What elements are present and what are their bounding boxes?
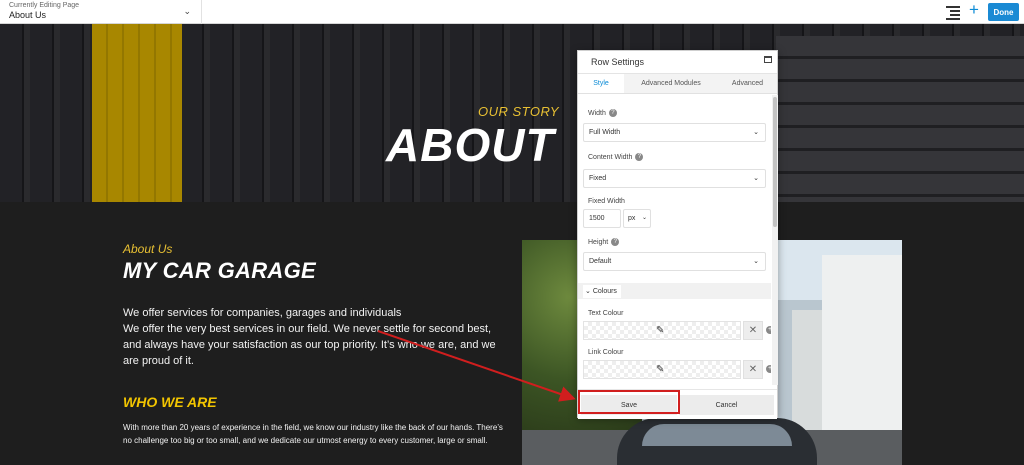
outline-icon[interactable] [946, 5, 960, 20]
content-width-label: Content Width? [588, 153, 644, 161]
intro-line-2: We offer the very best services in our f… [123, 323, 496, 367]
row-settings-panel: Row Settings Style Advanced Modules Adva… [577, 50, 778, 419]
colour-swatch[interactable]: ✎ [583, 360, 741, 379]
who-we-are-heading: WHO WE ARE [123, 394, 217, 410]
chevron-down-icon: ⌄ [753, 258, 759, 265]
chevron-down-icon: ⌄ [183, 6, 191, 16]
eyedropper-icon: ✎ [656, 325, 665, 336]
panel-scrollbar[interactable] [772, 95, 778, 385]
collapse-chevron-icon: ⌄ [585, 288, 593, 295]
help-icon[interactable]: ? [608, 109, 617, 117]
link-colour-label: Link Colour [588, 349, 624, 356]
link-colour-picker[interactable]: ✎ ✕ + [583, 360, 771, 379]
clear-colour-button[interactable]: ✕ [743, 360, 763, 379]
minimize-icon[interactable] [764, 56, 772, 63]
help-icon[interactable]: ? [635, 153, 644, 161]
fixed-width-label: Fixed Width [588, 198, 625, 205]
tab-style[interactable]: Style [578, 74, 624, 93]
page-selector[interactable]: Currently Editing Page About Us ⌄ [0, 0, 202, 24]
eyedropper-icon: ✎ [656, 364, 665, 375]
add-preset-icon[interactable]: + [766, 365, 771, 373]
tab-advanced-modules[interactable]: Advanced Modules [624, 74, 718, 93]
add-preset-icon[interactable]: + [766, 326, 771, 334]
plus-icon[interactable]: + [969, 1, 979, 18]
content-width-select[interactable]: Fixed ⌄ [583, 169, 766, 188]
chevron-down-icon: ⌄ [641, 215, 647, 221]
clear-colour-button[interactable]: ✕ [743, 321, 763, 340]
tab-advanced[interactable]: Advanced [718, 74, 777, 93]
width-label: Width? [588, 109, 617, 117]
colour-swatch[interactable]: ✎ [583, 321, 741, 340]
panel-header: Row Settings [578, 51, 777, 74]
editing-label: Currently Editing Page [9, 2, 80, 9]
unit-select[interactable]: px ⌄ [623, 209, 651, 228]
done-button[interactable]: Done [988, 3, 1019, 21]
cancel-button[interactable]: Cancel [679, 395, 774, 415]
panel-tabs: Style Advanced Modules Advanced [578, 74, 777, 94]
save-button[interactable]: Save [581, 395, 677, 415]
text-colour-picker[interactable]: ✎ ✕ + [583, 321, 771, 340]
scrollbar-thumb[interactable] [773, 97, 777, 227]
panel-body: Width? Full Width ⌄ Content Width? Fixed ⌄… [578, 95, 771, 385]
height-select[interactable]: Default ⌄ [583, 252, 766, 271]
panel-footer: Save Cancel [578, 389, 777, 419]
help-icon[interactable]: ? [611, 238, 620, 246]
width-select[interactable]: Full Width ⌄ [583, 123, 766, 142]
height-label: Height? [588, 238, 620, 246]
text-colour-label: Text Colour [588, 310, 624, 317]
hero-kicker: OUR STORY [478, 104, 560, 119]
intro-paragraph: We offer services for companies, garages… [123, 305, 503, 369]
chevron-down-icon: ⌄ [753, 175, 759, 182]
who-we-are-paragraph: With more than 20 years of experience in… [123, 423, 503, 445]
builder-topbar: Currently Editing Page About Us ⌄ + Done [0, 0, 1024, 24]
garage-heading: MY CAR GARAGE [123, 258, 316, 283]
colours-section-toggle[interactable]: ⌄ Colours [578, 283, 771, 299]
panel-title: Row Settings [591, 57, 645, 67]
intro-line-1: We offer services for companies, garages… [123, 307, 402, 319]
fixed-width-input[interactable]: 1500 [583, 209, 621, 228]
chevron-down-icon: ⌄ [753, 129, 759, 136]
page-name: About Us [9, 10, 47, 20]
hero-title: ABOUT [386, 119, 555, 171]
about-us-kicker: About Us [123, 242, 173, 256]
